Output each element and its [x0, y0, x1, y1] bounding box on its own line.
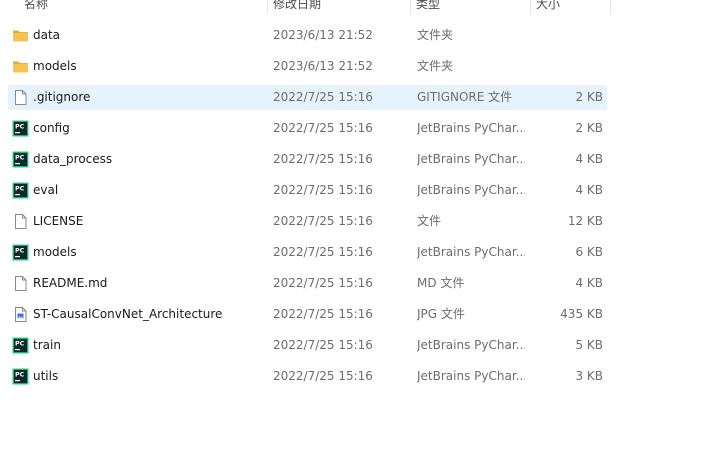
column-header: 名称 修改日期 类型 大小 [0, 0, 612, 14]
file-name[interactable]: utils [33, 361, 263, 392]
file-type: JetBrains PyChar... [417, 183, 525, 197]
file-row[interactable]: models 2023/6/13 21:52 文件夹 [0, 51, 717, 82]
file-modified-date: 2022/7/25 15:16 [273, 183, 373, 197]
file-size: 4 KB [575, 276, 603, 290]
file-row[interactable]: .gitignore 2022/7/25 15:16 GITIGNORE 文件 2 K… [0, 82, 717, 113]
file-type: 文件 [417, 214, 442, 228]
pycharm-icon: PC [12, 120, 29, 137]
file-name[interactable]: data [33, 20, 263, 51]
folder-icon [12, 58, 29, 75]
file-name[interactable]: LICENSE [33, 206, 263, 237]
file-type: JetBrains PyChar... [417, 152, 525, 166]
file-icon-cell [12, 82, 30, 113]
file-name[interactable]: train [33, 330, 263, 361]
file-size: 435 KB [560, 307, 603, 321]
generic-file-icon [12, 89, 29, 106]
file-icon-cell: PC [12, 144, 30, 175]
file-modified-date: 2023/6/13 21:52 [273, 28, 373, 42]
file-type: JetBrains PyChar... [417, 245, 525, 259]
file-size: 2 KB [575, 90, 603, 104]
file-icon-cell: PC [12, 237, 30, 268]
file-icon-cell: PC [12, 330, 30, 361]
file-type: JetBrains PyChar... [417, 369, 525, 383]
file-row[interactable]: PC utils 2022/7/25 15:16 JetBrains PyChar..… [0, 361, 717, 392]
file-icon-cell [12, 206, 30, 237]
file-type: JetBrains PyChar... [417, 338, 525, 352]
file-modified-date: 2022/7/25 15:16 [273, 245, 373, 259]
file-icon-cell: PC [12, 361, 30, 392]
file-type: JPG 文件 [417, 307, 465, 321]
file-icon-cell: PC [12, 175, 30, 206]
file-size: 5 KB [575, 338, 603, 352]
column-header-size[interactable]: 大小 [530, 0, 610, 14]
svg-text:PC: PC [15, 247, 25, 255]
column-header-type[interactable]: 类型 [410, 0, 530, 14]
svg-text:PC: PC [15, 371, 25, 379]
svg-text:PC: PC [15, 340, 25, 348]
svg-text:PC: PC [15, 185, 25, 193]
file-name[interactable]: eval [33, 175, 263, 206]
column-header-name[interactable]: 名称 [18, 0, 266, 14]
pycharm-icon: PC [12, 182, 29, 199]
file-name[interactable]: models [33, 51, 263, 82]
file-name[interactable]: config [33, 113, 263, 144]
file-size: 2 KB [575, 121, 603, 135]
file-row[interactable]: README.md 2022/7/25 15:16 MD 文件 4 KB [0, 268, 717, 299]
file-row[interactable]: PC models 2022/7/25 15:16 JetBrains PyChar.… [0, 237, 717, 268]
file-name[interactable]: data_process [33, 144, 263, 175]
file-row[interactable]: PC config 2022/7/25 15:16 JetBrains PyChar.… [0, 113, 717, 144]
file-modified-date: 2022/7/25 15:16 [273, 214, 373, 228]
file-name[interactable]: README.md [33, 268, 263, 299]
file-modified-date: 2022/7/25 15:16 [273, 338, 373, 352]
file-icon-cell [12, 299, 30, 330]
file-name[interactable]: .gitignore [33, 82, 263, 113]
file-type: GITIGNORE 文件 [417, 90, 513, 104]
file-name[interactable]: ST-CausalConvNet_Architecture [33, 299, 263, 330]
generic-file-icon [12, 213, 29, 230]
file-size [530, 51, 603, 82]
file-row[interactable]: ST-CausalConvNet_Architecture 2022/7/25 1… [0, 299, 717, 330]
file-modified-date: 2022/7/25 15:16 [273, 307, 373, 321]
file-row[interactable]: PC data_process 2022/7/25 15:16 JetBrains P… [0, 144, 717, 175]
file-icon-cell: PC [12, 113, 30, 144]
file-icon-cell [12, 51, 30, 82]
pycharm-icon: PC [12, 337, 29, 354]
file-modified-date: 2023/6/13 21:52 [273, 59, 373, 73]
generic-file-icon [12, 275, 29, 292]
file-list: data 2023/6/13 21:52 文件夹 models 2023/6/13 21… [0, 20, 717, 392]
file-size: 12 KB [567, 214, 603, 228]
file-icon-cell [12, 20, 30, 51]
file-row[interactable]: PC eval 2022/7/25 15:16 JetBrains PyChar...… [0, 175, 717, 206]
file-type: MD 文件 [417, 276, 465, 290]
file-row[interactable]: LICENSE 2022/7/25 15:16 文件 12 KB [0, 206, 717, 237]
column-divider[interactable] [610, 0, 611, 14]
file-size: 4 KB [575, 183, 603, 197]
file-size [530, 20, 603, 51]
column-header-date[interactable]: 修改日期 [267, 0, 410, 14]
file-name[interactable]: models [33, 237, 263, 268]
pycharm-icon: PC [12, 244, 29, 261]
file-icon-cell [12, 268, 30, 299]
file-size: 6 KB [575, 245, 603, 259]
file-row[interactable]: PC train 2022/7/25 15:16 JetBrains PyChar..… [0, 330, 717, 361]
file-modified-date: 2022/7/25 15:16 [273, 152, 373, 166]
svg-text:PC: PC [15, 123, 25, 131]
pycharm-icon: PC [12, 368, 29, 385]
image-file-icon [12, 306, 29, 323]
folder-icon [12, 27, 29, 44]
file-type: JetBrains PyChar... [417, 121, 525, 135]
file-modified-date: 2022/7/25 15:16 [273, 369, 373, 383]
pycharm-icon: PC [12, 151, 29, 168]
file-modified-date: 2022/7/25 15:16 [273, 121, 373, 135]
svg-text:PC: PC [15, 154, 25, 162]
file-modified-date: 2022/7/25 15:16 [273, 90, 373, 104]
file-modified-date: 2022/7/25 15:16 [273, 276, 373, 290]
file-explorer: 名称 修改日期 类型 大小 data 2023/6/13 21:52 文件夹 mode… [0, 0, 717, 465]
file-size: 4 KB [575, 152, 603, 166]
file-row[interactable]: data 2023/6/13 21:52 文件夹 [0, 20, 717, 51]
file-type: 文件夹 [417, 28, 454, 42]
file-size: 3 KB [575, 369, 603, 383]
file-type: 文件夹 [417, 59, 454, 73]
